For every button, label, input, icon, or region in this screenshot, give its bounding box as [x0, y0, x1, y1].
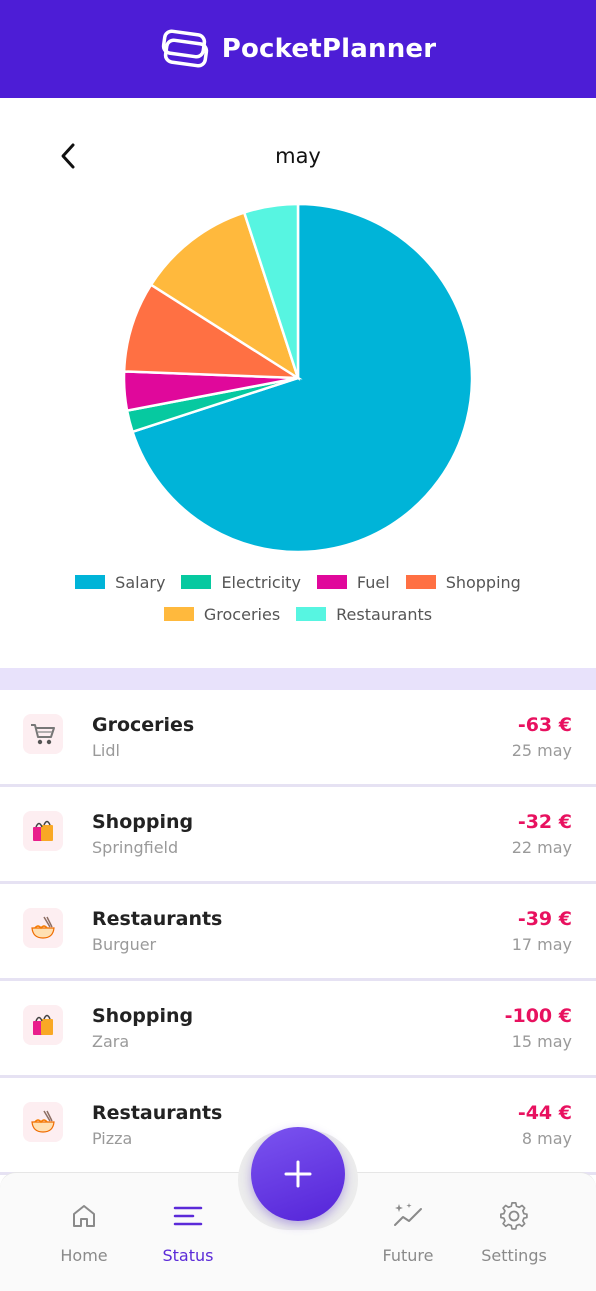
legend-item[interactable]: Groceries [163, 604, 281, 624]
shopping-cart-icon [23, 714, 63, 754]
gear-icon [464, 1196, 564, 1236]
legend-swatch [181, 575, 212, 589]
transaction-list: Groceries Lidl -63 € 25 may Shopping Spr… [0, 690, 596, 1175]
legend-row: Salary Electricity Fuel Shopping [0, 566, 596, 598]
trend-sparkle-icon [358, 1196, 458, 1236]
month-selector: may [0, 120, 596, 190]
legend-swatch [316, 575, 347, 589]
transaction-amount: -39 € [517, 908, 572, 930]
transaction-date: 25 may [511, 741, 572, 760]
shopping-bags-icon [23, 811, 63, 851]
transaction-date: 17 may [511, 935, 572, 954]
chart-legend: Salary Electricity Fuel Shopping Groceries R… [0, 566, 596, 630]
legend-label: Shopping [445, 572, 521, 592]
transaction-date: 15 may [511, 1032, 572, 1051]
app-name: PocketPlanner [221, 34, 437, 64]
legend-item[interactable]: Electricity [181, 572, 301, 592]
nav-home[interactable]: Home [34, 1196, 134, 1265]
wallet-logo-icon [161, 29, 208, 68]
transaction-place: Lidl [92, 741, 120, 760]
legend-item[interactable]: Restaurants [296, 605, 432, 624]
transaction-place: Pizza [92, 1129, 133, 1148]
expense-pie-chart [122, 202, 474, 554]
transaction-amount: -44 € [517, 1102, 572, 1124]
transaction-row[interactable]: Groceries Lidl -63 € 25 may [0, 690, 596, 787]
app-header: PocketPlanner [0, 0, 596, 98]
nav-future[interactable]: Future [358, 1196, 458, 1265]
nav-future-label: Future [382, 1246, 434, 1265]
noodle-bowl-icon [23, 908, 63, 948]
transaction-row[interactable]: Shopping Springfield -32 € 22 may [0, 787, 596, 884]
nav-home-label: Home [60, 1246, 108, 1265]
nav-status-label: Status [162, 1246, 214, 1265]
legend-label: Electricity [221, 572, 301, 592]
transaction-amount: -63 € [517, 714, 572, 736]
transaction-category: Shopping [92, 811, 194, 833]
nav-status[interactable]: Status [138, 1196, 238, 1265]
transaction-category: Shopping [92, 1005, 194, 1027]
transaction-date: 8 may [521, 1129, 572, 1148]
transaction-row[interactable]: Shopping Zara -100 € 15 may [0, 981, 596, 1078]
legend-row: Groceries Restaurants [0, 598, 596, 630]
month-title: may [275, 144, 321, 168]
section-divider [0, 668, 596, 690]
logo: PocketPlanner [160, 29, 437, 69]
legend-item[interactable]: Shopping [405, 572, 521, 592]
plus-icon [284, 1160, 312, 1188]
transaction-amount: -32 € [517, 811, 572, 833]
status-lines-icon [138, 1196, 238, 1236]
transaction-place: Springfield [92, 838, 179, 857]
legend-label: Groceries [203, 604, 281, 624]
legend-swatch [75, 575, 106, 589]
legend-label: Fuel [356, 572, 390, 592]
nav-settings-label: Settings [481, 1246, 547, 1265]
legend-label: Salary [115, 572, 166, 592]
transaction-row[interactable]: Restaurants Burguer -39 € 17 may [0, 884, 596, 981]
legend-item[interactable]: Salary [75, 573, 165, 592]
transaction-place: Zara [92, 1032, 130, 1051]
transaction-category: Groceries [92, 714, 195, 736]
noodle-bowl-icon [23, 1102, 63, 1142]
legend-swatch [163, 607, 194, 621]
transaction-category: Restaurants [92, 908, 223, 930]
legend-swatch [296, 607, 327, 621]
legend-label: Restaurants [336, 604, 433, 624]
shopping-bags-icon [23, 1005, 63, 1045]
legend-item[interactable]: Fuel [316, 572, 390, 592]
legend-swatch [405, 575, 436, 589]
transaction-category: Restaurants [92, 1102, 223, 1124]
transaction-amount: -100 € [504, 1005, 572, 1027]
home-icon [34, 1196, 134, 1236]
add-transaction-button[interactable] [251, 1127, 345, 1221]
transaction-date: 22 may [511, 838, 572, 857]
transaction-place: Burguer [92, 935, 157, 954]
nav-settings[interactable]: Settings [464, 1196, 564, 1265]
